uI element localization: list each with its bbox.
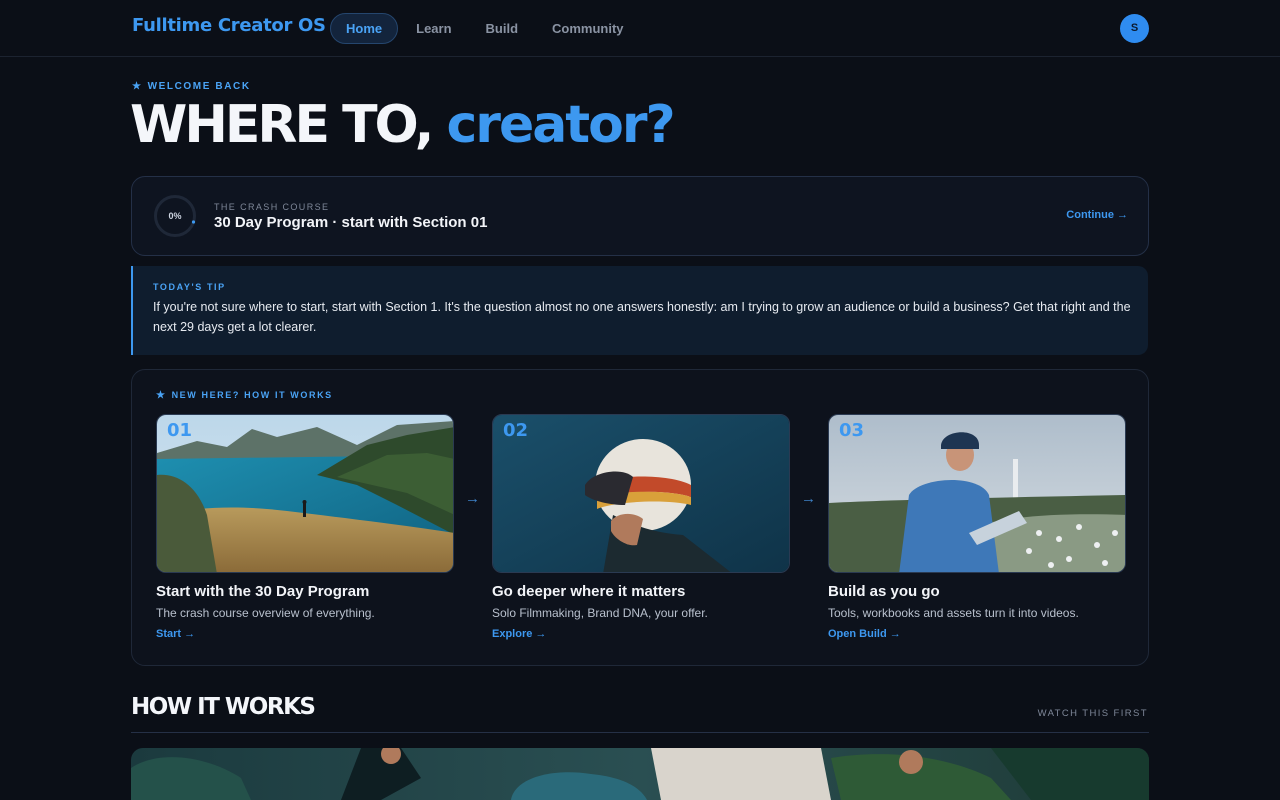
intro-video-thumbnail[interactable] bbox=[131, 748, 1149, 800]
step-2-title: Go deeper where it matters bbox=[492, 583, 686, 600]
step-card-3[interactable]: 03 Build as you go Tools, workbooks and … bbox=[828, 414, 1126, 642]
step-1-title: Start with the 30 Day Program bbox=[156, 583, 370, 600]
steps-kicker-text: NEW HERE? HOW IT WORKS bbox=[171, 390, 333, 400]
step-1-image: 01 bbox=[156, 414, 454, 573]
crash-course-card[interactable]: 0% THE CRASH COURSE 30 Day Program · sta… bbox=[131, 176, 1149, 256]
step-2-desc: Solo Filmmaking, Brand DNA, your offer. bbox=[492, 606, 708, 620]
course-title: 30 Day Program · start with Section 01 bbox=[214, 214, 488, 231]
nav-build[interactable]: Build bbox=[470, 13, 535, 44]
section-divider bbox=[131, 732, 1149, 733]
course-kicker: THE CRASH COURSE bbox=[214, 202, 330, 212]
arrow-right-icon: → bbox=[801, 490, 816, 507]
step-2-image: 02 bbox=[492, 414, 790, 573]
title-main: WHERE TO, bbox=[130, 95, 434, 155]
step-3-image: 03 bbox=[828, 414, 1126, 573]
nav-home[interactable]: Home bbox=[330, 13, 399, 44]
step-1-number: 01 bbox=[167, 420, 193, 441]
main-nav: Home Learn Build Community bbox=[330, 13, 640, 44]
title-accent: creator? bbox=[446, 95, 675, 155]
page-title: WHERE TO, creator? bbox=[130, 92, 676, 158]
star-icon: ★ bbox=[156, 390, 167, 401]
brand-logo[interactable]: Fulltime Creator OS bbox=[132, 15, 326, 36]
section-title: HOW IT WORKS bbox=[131, 694, 316, 720]
section-aside: WATCH THIS FIRST bbox=[1037, 708, 1148, 719]
step-card-1[interactable]: 01 Start with the 30 Day Program The cra… bbox=[156, 414, 454, 642]
todays-tip: TODAY'S TIP If you're not sure where to … bbox=[131, 266, 1148, 355]
welcome-text: WELCOME BACK bbox=[147, 81, 251, 92]
welcome-eyebrow: ★ WELCOME BACK bbox=[132, 81, 251, 92]
continue-link[interactable]: Continue → bbox=[1066, 209, 1128, 221]
step-3-title: Build as you go bbox=[828, 583, 940, 600]
tip-kicker: TODAY'S TIP bbox=[153, 282, 226, 292]
start-link[interactable]: Start → bbox=[156, 628, 195, 640]
star-icon: ★ bbox=[132, 81, 143, 92]
top-nav-bar: Fulltime Creator OS Home Learn Build Com… bbox=[0, 0, 1280, 57]
nav-learn[interactable]: Learn bbox=[400, 13, 467, 44]
nav-community[interactable]: Community bbox=[536, 13, 640, 44]
explore-link[interactable]: Explore → bbox=[492, 628, 546, 640]
tip-text: If you're not sure where to start, start… bbox=[153, 300, 1131, 334]
user-avatar[interactable]: S bbox=[1120, 14, 1149, 43]
how-it-works-card: ★ NEW HERE? HOW IT WORKS 01 Start with t… bbox=[131, 369, 1149, 666]
step-2-number: 02 bbox=[503, 420, 529, 441]
step-3-number: 03 bbox=[839, 420, 865, 441]
step-3-desc: Tools, workbooks and assets turn it into… bbox=[828, 606, 1079, 620]
steps-eyebrow: ★ NEW HERE? HOW IT WORKS bbox=[156, 390, 333, 401]
progress-label: 0% bbox=[168, 211, 182, 221]
step-card-2[interactable]: 02 Go deeper where it matters Solo Filmm… bbox=[492, 414, 790, 642]
step-1-desc: The crash course overview of everything. bbox=[156, 606, 375, 620]
arrow-right-icon: → bbox=[465, 490, 480, 507]
open-build-link[interactable]: Open Build → bbox=[828, 628, 901, 640]
